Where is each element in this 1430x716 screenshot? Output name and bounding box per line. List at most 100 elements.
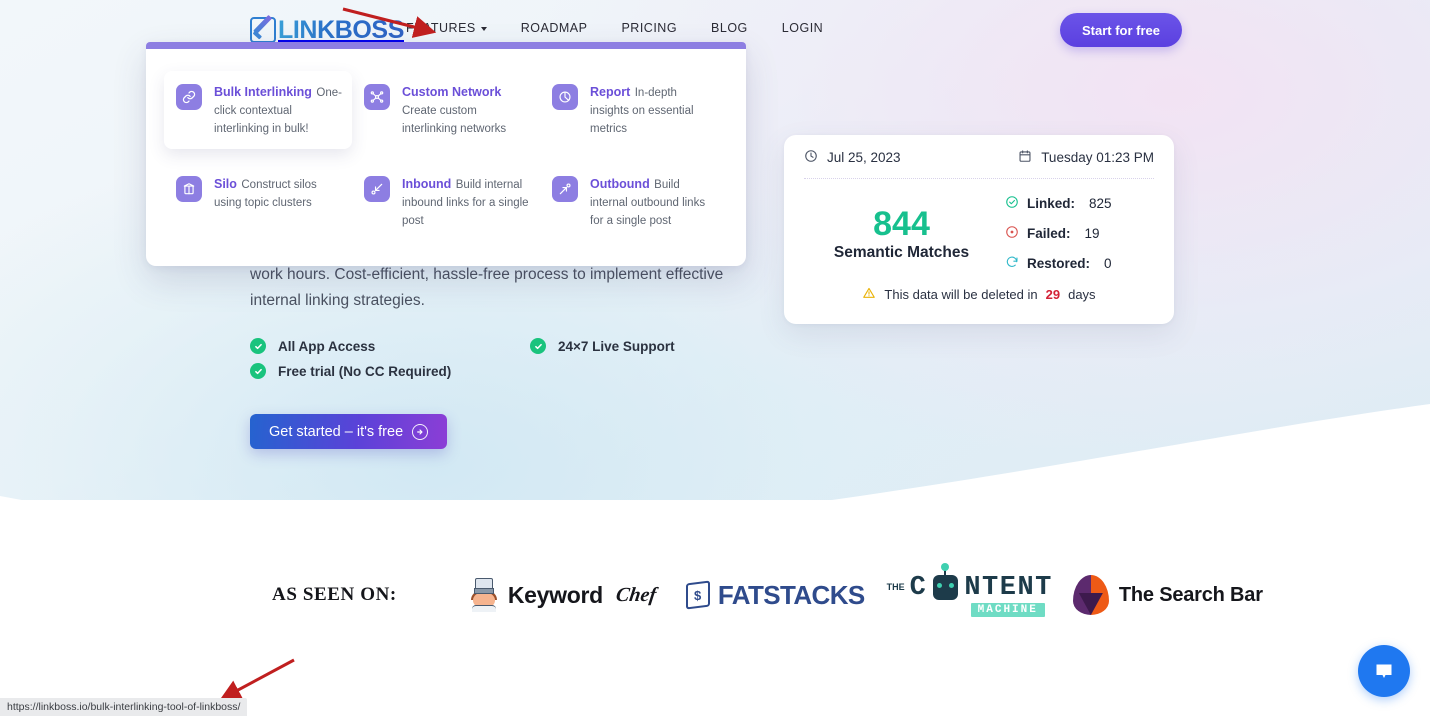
the-search-bar-word: The Search Bar bbox=[1118, 583, 1263, 606]
stat-name: Restored: bbox=[1027, 256, 1091, 271]
stat-value: 0 bbox=[1104, 256, 1112, 271]
as-seen-on-section: AS SEEN ON: Keyword Chef $ FATSTACKS THE… bbox=[272, 563, 1263, 625]
stats-daytime-text: Tuesday 01:23 PM bbox=[1041, 150, 1154, 165]
get-started-button-label: Get started – it's free bbox=[269, 423, 404, 440]
semantic-matches-summary: 844 Semantic Matches bbox=[804, 195, 999, 272]
nav-item-login[interactable]: LOGIN bbox=[782, 21, 823, 35]
check-label: Free trial (No CC Required) bbox=[278, 363, 452, 379]
main-navigation: FEATURES ROADMAP PRICING BLOG LOGIN bbox=[406, 21, 823, 35]
fatstacks-mark-symbol: $ bbox=[694, 587, 702, 603]
semantic-matches-label: Semantic Matches bbox=[833, 244, 970, 261]
check-item-live-support: 24×7 Live Support bbox=[530, 338, 720, 354]
nav-item-features[interactable]: FEATURES bbox=[406, 21, 487, 35]
search-bar-mark-icon bbox=[1072, 575, 1109, 615]
stat-name: Failed: bbox=[1027, 226, 1071, 241]
calendar-icon bbox=[1018, 149, 1032, 166]
fatstacks-logo: $ FATSTACKS bbox=[685, 579, 865, 611]
feature-title: Bulk Interlinking bbox=[214, 85, 312, 99]
linkboss-logo-text: LINKBOSS bbox=[278, 15, 404, 44]
stats-deletion-notice: This data will be deleted in 29 days bbox=[804, 286, 1154, 303]
hero-paragraph: work hours. Cost-efficient, hassle-free … bbox=[250, 266, 724, 309]
feature-title: Custom Network bbox=[402, 85, 502, 99]
content-machine-sub: MACHINE bbox=[970, 602, 1045, 617]
keyword-chef-logo: Keyword Chef bbox=[469, 578, 658, 612]
features-dropdown-panel: Bulk Interlinking One-click contextual i… bbox=[146, 42, 746, 266]
the-search-bar-logo: The Search Bar bbox=[1072, 575, 1263, 615]
stat-row-failed: Failed: 19 bbox=[1005, 225, 1154, 242]
feature-description: Create custom interlinking networks bbox=[402, 105, 507, 135]
pie-chart-icon bbox=[552, 84, 578, 110]
check-item-free-trial: Free trial (No CC Required) bbox=[250, 363, 530, 379]
stats-breakdown-list: Linked: 825 Failed: 19 Restored: 0 bbox=[999, 195, 1154, 272]
feature-item-inbound[interactable]: Inbound Build internal inbound links for… bbox=[352, 163, 540, 241]
nav-item-features-label: FEATURES bbox=[406, 21, 476, 35]
feature-item-outbound[interactable]: Outbound Build internal outbound links f… bbox=[540, 163, 728, 241]
check-label: 24×7 Live Support bbox=[558, 338, 675, 354]
warning-triangle-icon bbox=[862, 286, 876, 303]
network-icon bbox=[364, 84, 390, 110]
check-circle-icon bbox=[1005, 195, 1019, 212]
content-machine-the: THE bbox=[886, 582, 905, 592]
hero-feature-checklist: All App Access 24×7 Live Support Free tr… bbox=[250, 338, 720, 379]
clock-icon bbox=[804, 149, 818, 166]
feature-item-report[interactable]: Report In-depth insights on essential me… bbox=[540, 71, 728, 149]
check-item-all-app-access: All App Access bbox=[250, 338, 530, 354]
fatstacks-word: FATSTACKS bbox=[717, 579, 865, 610]
dropdown-accent-bar bbox=[146, 42, 746, 49]
chat-bubble-icon bbox=[1376, 664, 1392, 678]
chat-widget-button[interactable] bbox=[1358, 645, 1410, 697]
get-started-button[interactable]: Get started – it's free bbox=[250, 414, 448, 449]
nav-item-roadmap[interactable]: ROADMAP bbox=[521, 21, 588, 35]
deletion-notice-days: 29 bbox=[1045, 287, 1061, 302]
nav-item-blog[interactable]: BLOG bbox=[711, 21, 748, 35]
browser-status-bar-url: https://linkboss.io/bulk-interlinking-to… bbox=[0, 698, 248, 716]
check-label: All App Access bbox=[278, 338, 376, 354]
stat-value: 19 bbox=[1084, 226, 1100, 241]
as-seen-on-label: AS SEEN ON: bbox=[272, 584, 397, 605]
stats-body: 844 Semantic Matches Linked: 825 Failed:… bbox=[804, 179, 1154, 272]
feature-title: Report bbox=[590, 85, 631, 99]
refresh-icon bbox=[1005, 255, 1019, 272]
features-grid: Bulk Interlinking One-click contextual i… bbox=[146, 49, 746, 259]
nav-item-pricing[interactable]: PRICING bbox=[621, 21, 677, 35]
semantic-matches-stats-card: Jul 25, 2023 Tuesday 01:23 PM 844 Semant… bbox=[784, 135, 1174, 324]
semantic-matches-count: 844 bbox=[873, 205, 930, 243]
feature-item-silo[interactable]: Silo Construct silos using topic cluster… bbox=[164, 163, 352, 241]
start-for-free-button[interactable]: Start for free bbox=[1059, 13, 1182, 47]
linkboss-logo-icon bbox=[250, 17, 276, 43]
feature-item-bulk-interlinking[interactable]: Bulk Interlinking One-click contextual i… bbox=[164, 71, 352, 149]
chevron-down-icon bbox=[480, 27, 487, 31]
feature-title: Inbound bbox=[402, 177, 452, 191]
feature-title: Silo bbox=[214, 177, 237, 191]
stat-row-restored: Restored: 0 bbox=[1005, 255, 1154, 272]
silo-icon bbox=[176, 176, 202, 202]
keyword-chef-word: Keyword bbox=[507, 581, 603, 608]
stats-date-text: Jul 25, 2023 bbox=[827, 150, 901, 165]
arrow-right-circle-icon bbox=[412, 423, 429, 440]
hero-copy: work hours. Cost-efficient, hassle-free … bbox=[250, 262, 750, 314]
chef-avatar-icon bbox=[469, 578, 499, 612]
outbound-arrow-icon bbox=[552, 176, 578, 202]
content-machine-word-right: NTENT bbox=[964, 572, 1053, 603]
stat-row-linked: Linked: 825 bbox=[1005, 195, 1154, 212]
x-circle-icon bbox=[1005, 225, 1019, 242]
stat-value: 825 bbox=[1089, 196, 1112, 211]
robot-head-icon bbox=[933, 563, 959, 600]
stats-daytime: Tuesday 01:23 PM bbox=[1018, 149, 1154, 166]
deletion-notice-suffix: days bbox=[1068, 287, 1096, 302]
stat-name: Linked: bbox=[1027, 196, 1076, 211]
stats-date: Jul 25, 2023 bbox=[804, 149, 901, 166]
feature-title: Outbound bbox=[590, 177, 650, 191]
inbound-arrow-icon bbox=[364, 176, 390, 202]
link-icon bbox=[176, 84, 202, 110]
fatstacks-mark-icon: $ bbox=[685, 580, 710, 610]
feature-item-custom-network[interactable]: Custom Network Create custom interlinkin… bbox=[352, 71, 540, 149]
check-circle-icon bbox=[250, 363, 266, 379]
keyword-chef-script: Chef bbox=[614, 583, 658, 606]
content-machine-word-left: C bbox=[909, 572, 928, 603]
stats-card-header: Jul 25, 2023 Tuesday 01:23 PM bbox=[804, 149, 1154, 178]
check-circle-icon bbox=[250, 338, 266, 354]
check-circle-icon bbox=[530, 338, 546, 354]
deletion-notice-prefix: This data will be deleted in bbox=[884, 287, 1038, 302]
wave-divider bbox=[0, 400, 1430, 530]
